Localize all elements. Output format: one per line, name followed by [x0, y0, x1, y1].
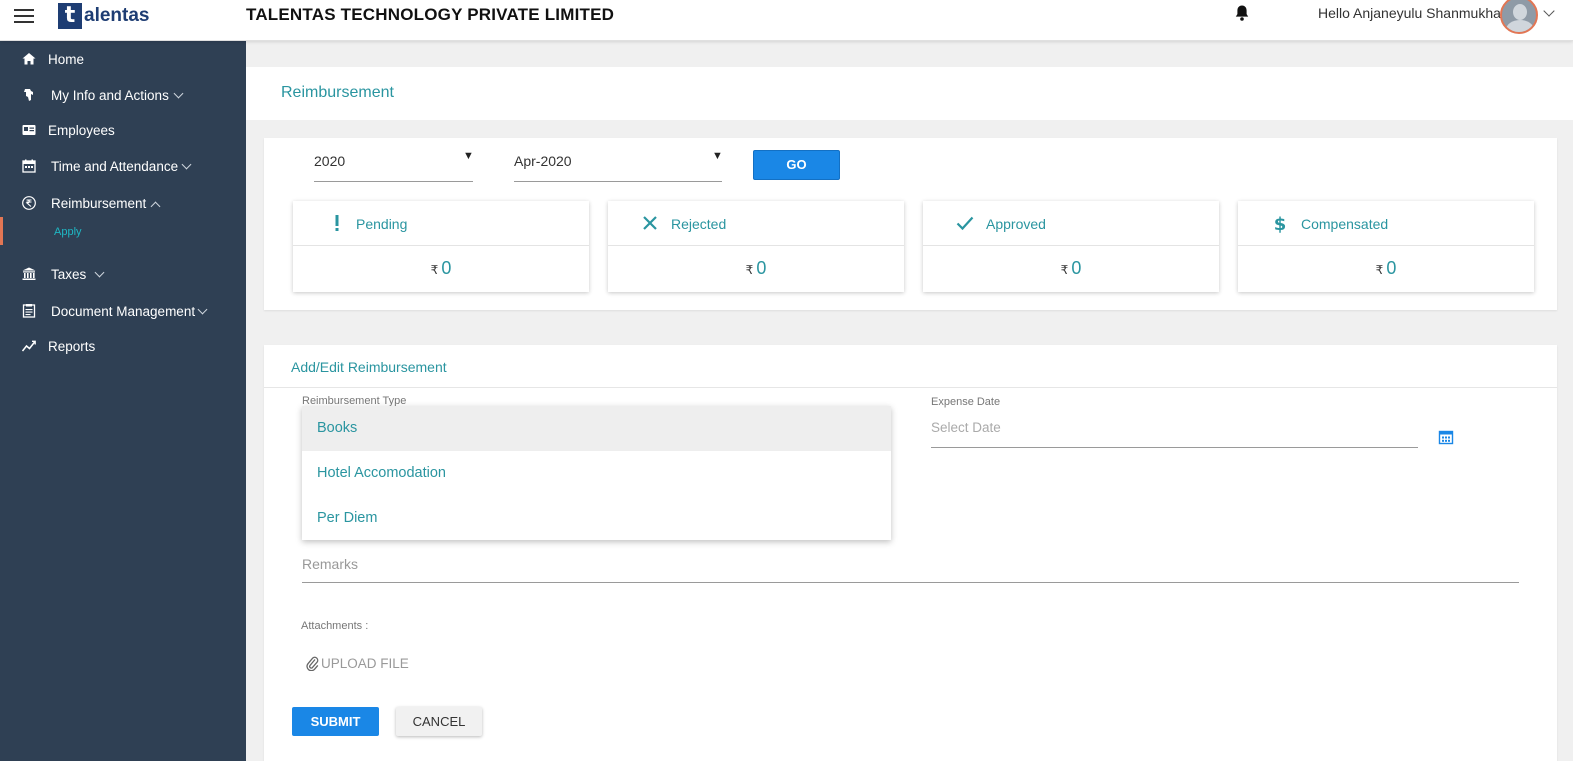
chevron-down-icon	[173, 88, 184, 99]
currency-symbol: ₹	[1375, 263, 1384, 277]
month-value: Apr-2020	[514, 153, 572, 169]
month-select[interactable]: Apr-2020 ▼	[514, 150, 723, 182]
hand-icon	[24, 89, 33, 101]
attachments-label: Attachments :	[301, 620, 369, 632]
logo[interactable]: t alentas	[58, 3, 149, 29]
sidebar-item-home[interactable]: Home	[0, 44, 246, 74]
stat-label: Pending	[356, 216, 408, 232]
stat-label: Compensated	[1301, 216, 1389, 232]
dollar-icon: $	[1274, 214, 1287, 233]
sidebar-item-reports[interactable]: Reports	[0, 331, 246, 361]
date-placeholder: Select Date	[931, 420, 1001, 435]
dropdown-option-hotel-accomodation[interactable]: Hotel Accomodation	[302, 451, 891, 496]
bank-icon	[22, 267, 36, 280]
calendar-icon[interactable]	[1438, 429, 1454, 445]
avatar[interactable]	[1500, 0, 1538, 34]
document-icon	[22, 304, 36, 318]
stat-card-pending[interactable]: Pending ₹0	[293, 201, 589, 292]
stat-value: 0	[756, 258, 767, 278]
go-button[interactable]: GO	[753, 150, 840, 180]
stat-label: Approved	[986, 216, 1046, 232]
stat-card-compensated[interactable]: $ Compensated ₹0	[1238, 201, 1534, 292]
remarks-placeholder: Remarks	[302, 556, 359, 572]
currency-symbol: ₹	[1060, 263, 1069, 277]
chart-line-icon	[21, 340, 36, 352]
rupee-icon	[22, 196, 36, 210]
user-greeting: Hello Anjaneyulu Shanmukha	[1318, 5, 1501, 21]
close-icon	[643, 216, 657, 230]
sidebar-item-reimbursement[interactable]: Reimbursement	[0, 188, 246, 218]
sidebar-item-employees[interactable]: Employees	[0, 115, 246, 145]
check-icon	[956, 216, 974, 231]
stat-value: 0	[441, 258, 452, 278]
caret-down-icon: ▼	[712, 150, 723, 162]
chevron-down-icon	[94, 267, 105, 278]
paperclip-icon	[306, 656, 319, 671]
currency-symbol: ₹	[745, 263, 754, 277]
stat-card-rejected[interactable]: Rejected ₹0	[608, 201, 904, 292]
sidebar-item-taxes[interactable]: Taxes	[0, 259, 246, 289]
stat-value: 0	[1386, 258, 1397, 278]
sidebar-item-document-management[interactable]: Document Management	[0, 296, 246, 326]
dropdown-option-books[interactable]: Books	[302, 406, 891, 451]
sidebar-item-label: Time and Attendance	[51, 158, 179, 174]
sidebar: Home My Info and Actions Employees Time …	[0, 41, 246, 761]
stat-label: Rejected	[671, 216, 727, 232]
submit-button[interactable]: SUBMIT	[292, 707, 379, 736]
stat-card-approved[interactable]: Approved ₹0	[923, 201, 1219, 292]
year-value: 2020	[314, 153, 346, 169]
upload-label: UPLOAD FILE	[321, 655, 409, 671]
form-title: Add/Edit Reimbursement	[291, 359, 447, 375]
sidebar-item-label: Taxes	[51, 266, 87, 282]
expense-date-label: Expense Date	[931, 396, 1001, 408]
option-label: Per Diem	[317, 510, 378, 526]
option-label: Hotel Accomodation	[317, 465, 446, 481]
sidebar-item-label: Home	[48, 51, 85, 67]
expense-date-input[interactable]: Select Date	[931, 417, 1418, 448]
option-label: Books	[317, 420, 358, 436]
chevron-down-icon	[197, 304, 208, 315]
chevron-down-icon	[181, 159, 192, 170]
company-name: TALENTAS TECHNOLOGY PRIVATE LIMITED	[246, 5, 615, 24]
sidebar-item-label: Employees	[48, 122, 115, 138]
chevron-up-icon	[150, 201, 161, 212]
page-header: Reimbursement	[246, 67, 1573, 120]
chevron-down-icon[interactable]	[1543, 5, 1555, 17]
stat-value: 0	[1071, 258, 1082, 278]
sidebar-item-time-attendance[interactable]: Time and Attendance	[0, 151, 246, 181]
page-title: Reimbursement	[281, 84, 394, 101]
top-bar: t alentas TALENTAS TECHNOLOGY PRIVATE LI…	[0, 0, 1573, 41]
home-icon	[22, 53, 36, 65]
active-indicator	[0, 217, 3, 245]
bell-icon[interactable]	[1234, 4, 1250, 22]
exclamation-icon	[335, 215, 339, 231]
reimbursement-type-dropdown[interactable]: Books Hotel Accomodation Per Diem	[302, 406, 891, 540]
logo-mark: t	[58, 3, 82, 29]
sidebar-item-label: Reports	[48, 338, 96, 354]
menu-icon[interactable]	[14, 9, 34, 25]
remarks-input[interactable]: Remarks	[302, 550, 1519, 583]
calendar-icon	[22, 159, 36, 173]
id-card-icon	[22, 125, 36, 135]
sidebar-subitem-apply[interactable]: Apply	[54, 226, 82, 238]
sidebar-item-label: My Info and Actions	[51, 87, 169, 103]
divider	[264, 387, 1557, 388]
summary-card: 2020 ▼ Apr-2020 ▼ GO Pending ₹0 Rejected…	[264, 138, 1557, 310]
sidebar-item-label: Document Management	[51, 303, 196, 319]
upload-file-button[interactable]: UPLOAD FILE	[305, 653, 409, 673]
year-select[interactable]: 2020 ▼	[314, 150, 474, 182]
cancel-button[interactable]: CANCEL	[396, 707, 482, 736]
sidebar-item-label: Reimbursement	[51, 195, 147, 211]
svg-text:$: $	[1274, 214, 1287, 233]
caret-down-icon: ▼	[463, 150, 474, 162]
sidebar-item-my-info[interactable]: My Info and Actions	[0, 80, 246, 110]
logo-text: alentas	[84, 5, 150, 26]
dropdown-option-per-diem[interactable]: Per Diem	[302, 496, 891, 541]
currency-symbol: ₹	[430, 263, 439, 277]
